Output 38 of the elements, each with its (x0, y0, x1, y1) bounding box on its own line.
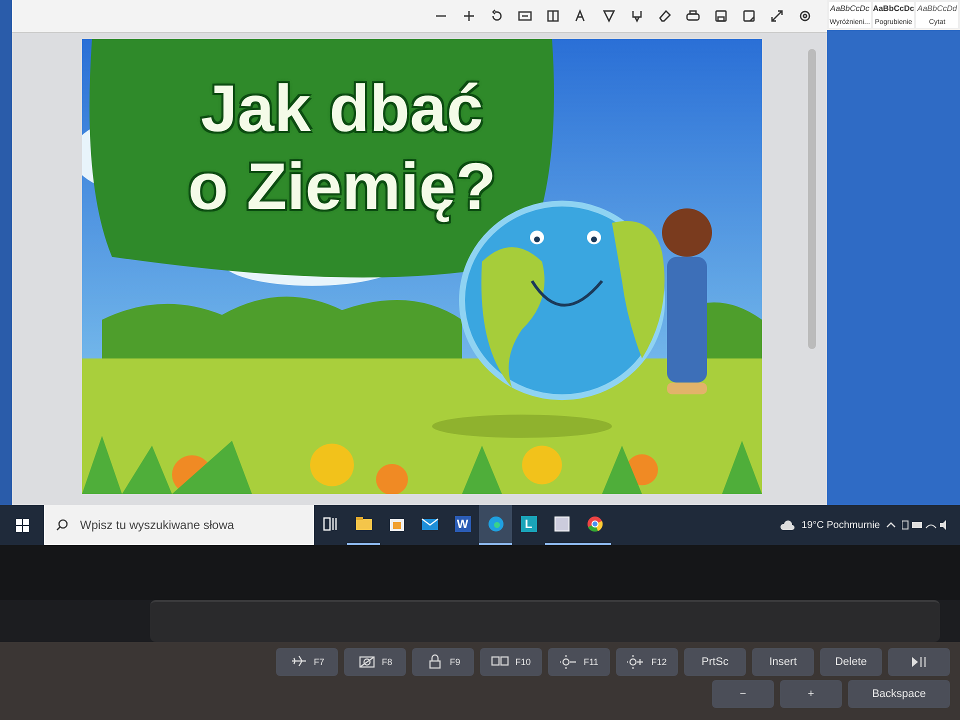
weather-label[interactable]: 19°C Pochmurnie (802, 520, 880, 530)
window-icon (552, 515, 570, 533)
page-view-icon[interactable] (545, 8, 561, 24)
system-tray-icons[interactable] (902, 519, 948, 531)
scrollbar[interactable] (808, 49, 816, 349)
taskbar-app[interactable]: W (446, 505, 479, 545)
keyboard-key[interactable]: F9 (412, 648, 474, 676)
save-icon[interactable] (713, 8, 729, 24)
chrome-icon (586, 515, 604, 533)
keyboard-key[interactable]: F11 (548, 648, 610, 676)
chevron-up-icon[interactable] (886, 521, 896, 529)
browser-icon (486, 515, 504, 533)
brightness-up-icon (627, 653, 646, 671)
cloud-icon (780, 519, 796, 531)
keyboard-key[interactable]: Backspace (848, 680, 950, 708)
keyboard-key[interactable]: Delete (820, 648, 882, 676)
keyboard-key[interactable] (888, 648, 950, 676)
brightness-down-icon (560, 653, 578, 671)
keyboard-key[interactable]: F8 (344, 648, 406, 676)
search-input[interactable]: Wpisz tu wyszukiwane słowa (78, 517, 312, 533)
keyboard-key[interactable]: − (712, 680, 774, 708)
keyboard-key[interactable]: + (780, 680, 842, 708)
search-field[interactable]: Wpisz tu wyszukiwane słowa (44, 505, 314, 545)
task-view-icon (322, 515, 340, 533)
zoom-in-icon[interactable] (461, 8, 477, 24)
save-as-icon[interactable] (741, 8, 757, 24)
illustration-title: Jak dbać o Ziemię? (186, 70, 498, 225)
settings-icon[interactable] (797, 8, 813, 24)
keyboard-key[interactable]: PrtSc (684, 648, 746, 676)
eraser-icon[interactable] (657, 8, 673, 24)
windows-logo-icon (16, 518, 28, 532)
keyboard-key[interactable]: F12 (616, 648, 678, 676)
folder-icon (354, 515, 372, 533)
search-icon (56, 519, 68, 531)
keyboard-key[interactable]: F7 (276, 648, 338, 676)
keyboard-key[interactable]: Insert (752, 648, 814, 676)
keyboard-key[interactable]: F10 (480, 648, 542, 676)
fullscreen-icon[interactable] (769, 8, 785, 24)
